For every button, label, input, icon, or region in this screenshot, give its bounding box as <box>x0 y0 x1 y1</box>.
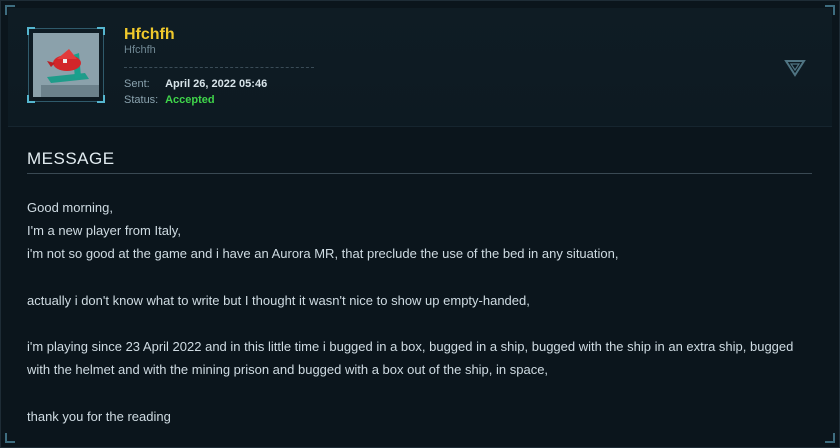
sent-value: April 26, 2022 05:46 <box>165 78 268 90</box>
avatar <box>33 33 99 97</box>
message-line: actually i don't know what to write but … <box>27 292 530 308</box>
avatar-image <box>33 33 99 97</box>
frame-corner <box>5 433 15 443</box>
message-line: i'm playing since 23 April 2022 and in t… <box>27 339 794 355</box>
message-line: i'm not so good at the game and i have a… <box>27 246 619 262</box>
status-label: Status: <box>124 94 159 106</box>
triangle-down-icon <box>784 60 806 77</box>
section-divider <box>27 173 812 174</box>
message-line: I'm a new player from Italy, <box>27 223 181 239</box>
avatar-frame[interactable] <box>27 27 105 103</box>
sent-row: Sent: April 26, 2022 05:46 <box>124 78 267 90</box>
header-divider <box>124 67 314 68</box>
message-section-title: MESSAGE <box>27 149 115 168</box>
frame-corner <box>825 433 835 443</box>
message-line: Good morning, <box>27 200 113 215</box>
status-row: Status: Accepted <box>124 94 215 106</box>
message-header: Hfchfh Hfchfh Sent: April 26, 2022 05:46… <box>8 8 832 127</box>
message-body: Good morning, I'm a new player from Ital… <box>27 196 807 428</box>
message-line: with the helmet and with the mining pris… <box>27 362 549 378</box>
message-line: thank you for the reading <box>27 408 171 424</box>
sender-handle: Hfchfh <box>124 44 156 56</box>
collapse-button[interactable] <box>784 58 806 78</box>
sent-label: Sent: <box>124 78 150 90</box>
sender-name[interactable]: Hfchfh <box>124 26 175 44</box>
status-badge: Accepted <box>165 94 215 106</box>
